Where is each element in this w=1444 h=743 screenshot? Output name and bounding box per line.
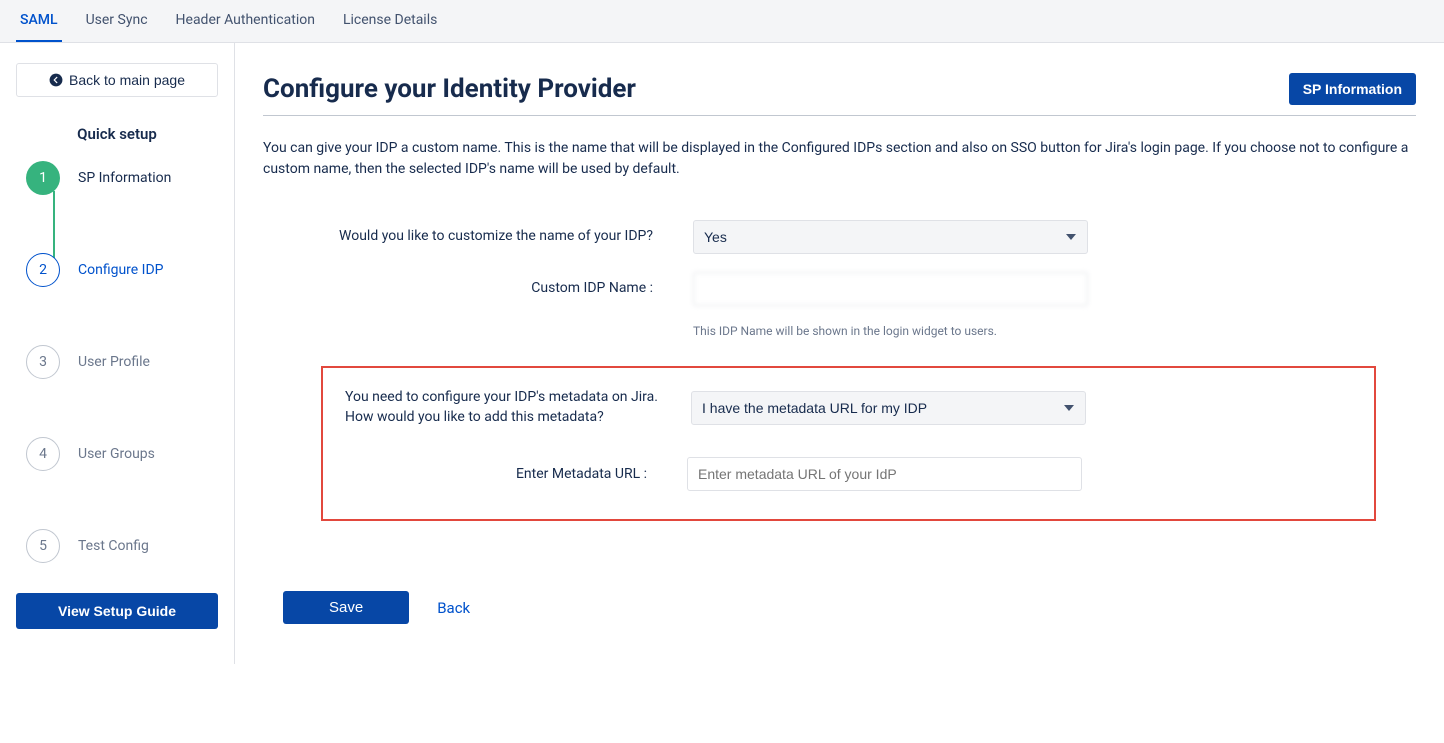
sidebar: Back to main page Quick setup 1 SP Infor…: [0, 43, 235, 664]
page-title: Configure your Identity Provider: [263, 74, 636, 104]
tab-user-sync[interactable]: User Sync: [82, 0, 152, 42]
step-label: User Profile: [78, 354, 150, 370]
step-number: 1: [26, 161, 60, 195]
input-custom-idp-name[interactable]: [693, 272, 1088, 306]
metadata-highlight-box: You need to configure your IDP's metadat…: [321, 366, 1376, 521]
page-description: You can give your IDP a custom name. Thi…: [263, 138, 1413, 180]
tab-saml[interactable]: SAML: [16, 0, 62, 42]
tab-license[interactable]: License Details: [339, 0, 441, 42]
step-test-config[interactable]: 5 Test Config: [26, 529, 218, 583]
row-metadata-method: You need to configure your IDP's metadat…: [331, 388, 1366, 427]
hint-custom-idp-name: This IDP Name will be shown in the login…: [693, 324, 1416, 338]
step-number: 5: [26, 529, 60, 563]
view-setup-guide-button[interactable]: View Setup Guide: [16, 593, 218, 629]
input-metadata-url[interactable]: [687, 457, 1082, 491]
step-label: SP Information: [78, 170, 171, 186]
save-button[interactable]: Save: [283, 591, 409, 624]
label-metadata-prompt: You need to configure your IDP's metadat…: [331, 388, 691, 427]
step-user-groups[interactable]: 4 User Groups: [26, 437, 218, 529]
select-metadata-method[interactable]: I have the metadata URL for my IDP: [691, 391, 1086, 425]
step-label: User Groups: [78, 446, 155, 462]
step-label: Configure IDP: [78, 262, 164, 278]
steps-list: 1 SP Information 2 Configure IDP 3 User …: [16, 161, 218, 583]
label-custom-idp-name: Custom IDP Name :: [263, 279, 693, 299]
back-to-main-label: Back to main page: [69, 72, 185, 88]
back-link[interactable]: Back: [437, 599, 470, 617]
step-sp-information[interactable]: 1 SP Information: [26, 161, 218, 253]
form-actions: Save Back: [263, 591, 1416, 624]
step-number: 4: [26, 437, 60, 471]
header-row: Configure your Identity Provider SP Info…: [263, 73, 1416, 116]
sp-information-button[interactable]: SP Information: [1289, 73, 1416, 105]
row-custom-idp-name: Custom IDP Name :: [263, 272, 1416, 306]
label-customize-idp: Would you like to customize the name of …: [263, 227, 693, 247]
step-user-profile[interactable]: 3 User Profile: [26, 345, 218, 437]
arrow-left-circle-icon: [49, 73, 63, 87]
tab-header-auth[interactable]: Header Authentication: [172, 0, 319, 42]
row-metadata-url: Enter Metadata URL :: [331, 457, 1366, 491]
main-content: Configure your Identity Provider SP Info…: [235, 43, 1444, 664]
step-number: 3: [26, 345, 60, 379]
top-tabs: SAML User Sync Header Authentication Lic…: [0, 0, 1444, 43]
back-to-main-button[interactable]: Back to main page: [16, 63, 218, 97]
quick-setup-title: Quick setup: [16, 125, 218, 143]
label-metadata-url: Enter Metadata URL :: [331, 466, 687, 482]
step-label: Test Config: [78, 538, 149, 554]
step-number: 2: [26, 253, 60, 287]
row-customize-idp: Would you like to customize the name of …: [263, 220, 1416, 254]
select-customize-idp[interactable]: Yes: [693, 220, 1088, 254]
step-configure-idp[interactable]: 2 Configure IDP: [26, 253, 218, 345]
